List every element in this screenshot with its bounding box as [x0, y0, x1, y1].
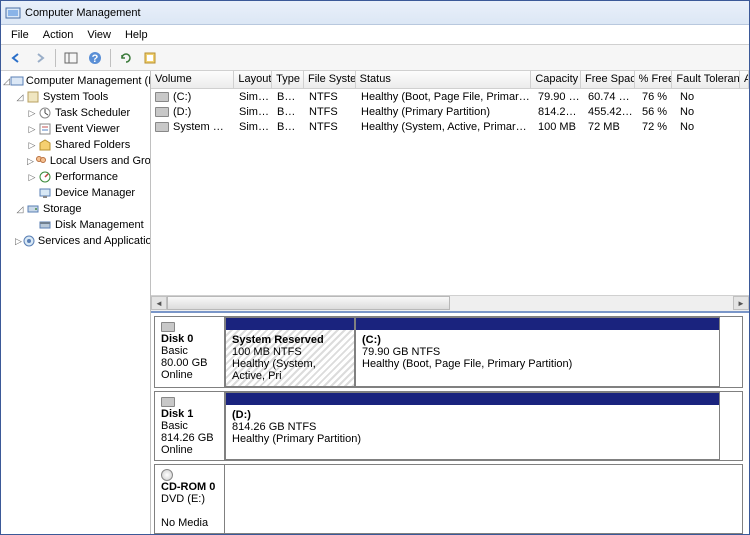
tree-services-icon	[22, 234, 36, 248]
tree-storage-icon	[25, 202, 41, 216]
tree-item[interactable]: ▷ Shared Folders	[1, 137, 150, 153]
tree-item-icon	[34, 154, 48, 168]
disk-info: Disk 1Basic814.26 GBOnline	[155, 392, 225, 460]
partition[interactable]: System Reserved100 MB NTFSHealthy (Syste…	[225, 317, 355, 387]
tree-root-label: Computer Management (Local	[24, 75, 151, 87]
disk-info: Disk 0Basic80.00 GBOnline	[155, 317, 225, 387]
show-hide-tree-button[interactable]	[60, 47, 82, 69]
separator	[55, 49, 56, 67]
tree-item-label: Event Viewer	[53, 123, 120, 135]
window-title: Computer Management	[25, 7, 141, 19]
expand-icon[interactable]: ◿	[3, 76, 10, 87]
expand-icon[interactable]: ◿	[15, 204, 25, 215]
horizontal-scrollbar[interactable]: ◄ ►	[151, 295, 749, 311]
tree-item-label: Performance	[53, 171, 118, 183]
app-icon	[5, 5, 21, 21]
tree-disk-management-label: Disk Management	[53, 219, 144, 231]
scroll-thumb[interactable]	[167, 296, 450, 310]
expand-icon[interactable]: ▷	[15, 236, 22, 247]
disk-row[interactable]: Disk 1Basic814.26 GBOnline(D:)814.26 GB …	[154, 391, 743, 461]
expand-icon[interactable]: ▷	[27, 140, 37, 151]
tree-item[interactable]: Device Manager	[1, 185, 150, 201]
column-header[interactable]: % Free	[635, 71, 673, 88]
tree-item-icon	[37, 106, 53, 120]
tree-item-icon	[37, 138, 53, 152]
column-header[interactable]: Volume	[151, 71, 234, 88]
tree-item[interactable]: ▷ Local Users and Groups	[1, 153, 150, 169]
disk-row[interactable]: Disk 0Basic80.00 GBOnlineSystem Reserved…	[154, 316, 743, 388]
disk-info: CD-ROM 0DVD (E:)No Media	[155, 465, 225, 533]
expand-icon[interactable]: ◿	[15, 92, 25, 103]
tree-item-icon	[37, 122, 53, 136]
tree-item-icon	[37, 170, 53, 184]
tree-item-icon	[37, 186, 53, 200]
partition[interactable]: (C:)79.90 GB NTFSHealthy (Boot, Page Fil…	[355, 317, 720, 387]
tree-item-label: Shared Folders	[53, 139, 130, 151]
content-pane: VolumeLayoutTypeFile SystemStatusCapacit…	[151, 71, 749, 534]
volume-row[interactable]: (D:)SimpleBasicNTFSHealthy (Primary Part…	[151, 104, 749, 119]
grid-empty-space	[151, 134, 749, 295]
partition[interactable]: (D:)814.26 GB NTFSHealthy (Primary Parti…	[225, 392, 720, 460]
tree-system-tools[interactable]: ◿ System Tools	[1, 89, 150, 105]
tree-storage-label: Storage	[41, 203, 82, 215]
disk-partitions: System Reserved100 MB NTFSHealthy (Syste…	[225, 317, 742, 387]
navigation-tree[interactable]: ◿ Computer Management (Local ◿ System Tools…	[1, 71, 151, 534]
volume-row[interactable]: System ReservedSimpleBasicNTFSHealthy (S…	[151, 119, 749, 134]
column-header[interactable]: Fault Tolerance	[672, 71, 740, 88]
tree-item-label: Local Users and Groups	[48, 155, 151, 167]
scroll-right-icon[interactable]: ►	[733, 296, 749, 310]
title-bar: Computer Management	[1, 1, 749, 25]
tree-item[interactable]: ▷ Performance	[1, 169, 150, 185]
disk-map[interactable]: Disk 0Basic80.00 GBOnlineSystem Reserved…	[151, 311, 749, 534]
expand-icon[interactable]: ▷	[27, 156, 34, 167]
tree-system-tools-icon	[25, 90, 41, 104]
menu-view[interactable]: View	[81, 27, 117, 43]
tree-root[interactable]: ◿ Computer Management (Local	[1, 73, 150, 89]
disk-row[interactable]: CD-ROM 0DVD (E:)No Media	[154, 464, 743, 534]
settings-button[interactable]	[139, 47, 161, 69]
separator	[110, 49, 111, 67]
refresh-button[interactable]	[115, 47, 137, 69]
column-header[interactable]: A	[740, 71, 749, 88]
tree-disk-management-icon	[37, 218, 53, 232]
expand-icon[interactable]: ▷	[27, 172, 37, 183]
tree-item-label: Task Scheduler	[53, 107, 130, 119]
toolbar: ?	[1, 45, 749, 71]
tree-item[interactable]: ▷ Task Scheduler	[1, 105, 150, 121]
svg-text:?: ?	[92, 53, 99, 65]
column-header[interactable]: Free Space	[581, 71, 635, 88]
tree-storage[interactable]: ◿ Storage	[1, 201, 150, 217]
grid-header[interactable]: VolumeLayoutTypeFile SystemStatusCapacit…	[151, 71, 749, 89]
menu-file[interactable]: File	[5, 27, 35, 43]
tree-services-label: Services and Applications	[36, 235, 151, 247]
column-header[interactable]: Capacity	[531, 71, 581, 88]
volume-row[interactable]: (C:)SimpleBasicNTFSHealthy (Boot, Page F…	[151, 89, 749, 104]
column-header[interactable]: Layout	[234, 71, 272, 88]
column-header[interactable]: File System	[304, 71, 356, 88]
help-button[interactable]: ?	[84, 47, 106, 69]
volume-grid[interactable]: VolumeLayoutTypeFile SystemStatusCapacit…	[151, 71, 749, 134]
column-header[interactable]: Type	[272, 71, 304, 88]
disk-partitions: (D:)814.26 GB NTFSHealthy (Primary Parti…	[225, 392, 742, 460]
expand-icon[interactable]: ▷	[27, 108, 37, 119]
tree-services[interactable]: ▷ Services and Applications	[1, 233, 150, 249]
menu-bar: File Action View Help	[1, 25, 749, 45]
menu-action[interactable]: Action	[37, 27, 80, 43]
scroll-left-icon[interactable]: ◄	[151, 296, 167, 310]
tree-root-icon	[10, 74, 24, 88]
forward-button[interactable]	[29, 47, 51, 69]
scroll-track[interactable]	[167, 296, 733, 310]
tree-item-label: Device Manager	[53, 187, 135, 199]
tree-disk-management[interactable]: Disk Management	[1, 217, 150, 233]
column-header[interactable]: Status	[356, 71, 532, 88]
tree-system-tools-label: System Tools	[41, 91, 108, 103]
expand-icon[interactable]: ▷	[27, 124, 37, 135]
tree-item[interactable]: ▷ Event Viewer	[1, 121, 150, 137]
menu-help[interactable]: Help	[119, 27, 154, 43]
back-button[interactable]	[5, 47, 27, 69]
disk-partitions	[225, 465, 742, 533]
